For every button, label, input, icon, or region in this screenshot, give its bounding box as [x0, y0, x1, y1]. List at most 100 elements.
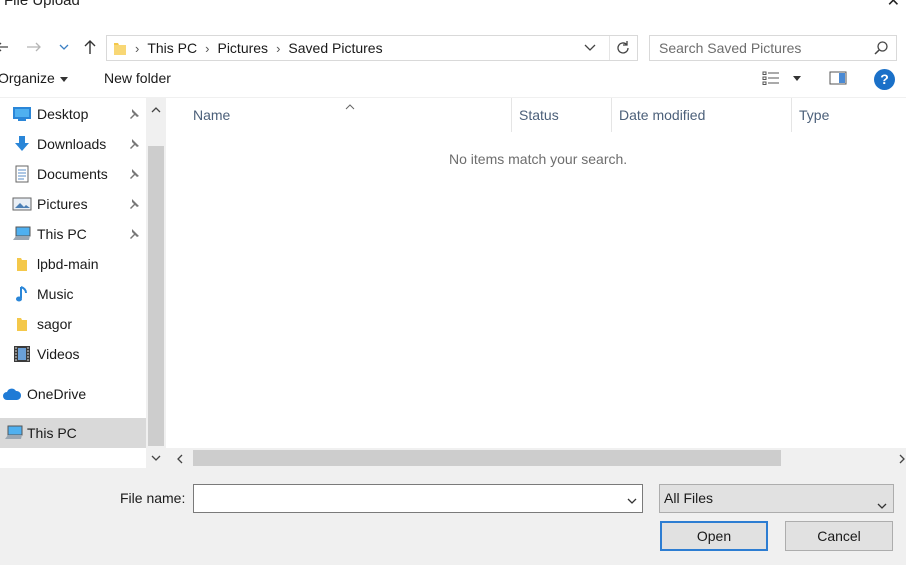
preview-pane-icon: [829, 71, 847, 85]
up-arrow-icon: [84, 40, 96, 54]
pin-icon[interactable]: [128, 137, 140, 153]
pin-icon[interactable]: [128, 197, 140, 213]
navigation-bar: › This PC › Pictures › Saved Pictures: [0, 12, 906, 62]
sidebar-item-downloads[interactable]: Downloads: [0, 129, 146, 159]
sidebar-item-label: This PC: [27, 425, 77, 441]
sidebar-item-label: This PC: [37, 226, 87, 242]
folder-icon: [113, 40, 127, 56]
refresh-button[interactable]: [609, 36, 635, 60]
sidebar-scrollbar[interactable]: [146, 98, 166, 468]
search-box[interactable]: [649, 35, 897, 61]
folder-icon: [12, 315, 32, 333]
film-icon: [12, 345, 32, 363]
sidebar-item-sagor[interactable]: sagor: [0, 309, 146, 339]
command-toolbar: Organize New folder ?: [0, 62, 906, 98]
scroll-left-icon[interactable]: [175, 452, 185, 468]
breadcrumb-separator-icon: ›: [276, 40, 281, 56]
organize-label: Organize: [0, 70, 55, 86]
sidebar-item-label: OneDrive: [27, 386, 87, 402]
sidebar-item-onedrive[interactable]: OneDrive: [0, 379, 146, 409]
sidebar-item-label: Videos: [37, 346, 80, 362]
music-note-icon: [12, 285, 32, 303]
column-header-status[interactable]: Status: [512, 98, 612, 132]
chevron-down-icon: [59, 44, 69, 50]
up-button[interactable]: [80, 37, 100, 57]
cancel-button[interactable]: Cancel: [785, 521, 893, 551]
title-bar: File Upload ✕: [0, 0, 906, 12]
navigation-pane: Desktop Downloads Documents Pictures Thi…: [0, 98, 146, 468]
organize-menu[interactable]: Organize: [0, 70, 68, 86]
file-name-label: File name:: [120, 490, 186, 506]
file-type-filter[interactable]: All Files: [659, 484, 894, 513]
scrollbar-thumb[interactable]: [193, 450, 781, 466]
scroll-down-icon[interactable]: [150, 450, 162, 466]
file-name-field[interactable]: [193, 484, 643, 513]
sidebar-item-label: Desktop: [37, 106, 89, 122]
sidebar-item-documents[interactable]: Documents: [0, 159, 146, 189]
breadcrumb-this-pc[interactable]: This PC: [147, 40, 197, 56]
sidebar-item-this-pc-quick[interactable]: This PC: [0, 219, 146, 249]
sidebar-item-label: Downloads: [37, 136, 107, 152]
sidebar-item-label: lpbd-main: [37, 256, 99, 272]
sidebar-item-pictures[interactable]: Pictures: [0, 189, 146, 219]
forward-button[interactable]: [24, 37, 44, 57]
file-list[interactable]: Name Status Date modified Type No items …: [166, 98, 906, 468]
documents-icon: [12, 165, 32, 183]
column-header-name[interactable]: Name: [166, 98, 512, 132]
view-options-caret-icon[interactable]: [793, 76, 801, 81]
search-icon[interactable]: [873, 40, 889, 59]
sidebar-item-label: Music: [37, 286, 74, 302]
pin-icon[interactable]: [128, 107, 140, 123]
refresh-icon: [616, 41, 629, 54]
cloud-icon: [2, 385, 22, 403]
file-type-filter-value: All Files: [664, 490, 714, 506]
search-input[interactable]: [650, 36, 860, 60]
chevron-down-icon[interactable]: [876, 493, 888, 520]
address-dropdown-button[interactable]: [583, 40, 599, 56]
sidebar-item-lpbd-main[interactable]: lpbd-main: [0, 249, 146, 279]
preview-pane-button[interactable]: [829, 70, 847, 89]
sidebar-item-network[interactable]: [0, 456, 146, 468]
scrollbar-thumb[interactable]: [148, 146, 164, 446]
scroll-right-icon[interactable]: [897, 452, 906, 468]
pin-icon[interactable]: [128, 167, 140, 183]
empty-results-message: No items match your search.: [449, 151, 628, 167]
desktop-icon: [12, 105, 32, 123]
sidebar-item-this-pc[interactable]: This PC: [0, 418, 146, 448]
forward-arrow-icon: [27, 42, 41, 52]
column-header-type[interactable]: Type: [792, 98, 906, 132]
back-button[interactable]: [0, 37, 12, 57]
breadcrumb-saved-pictures[interactable]: Saved Pictures: [288, 40, 382, 56]
change-view-button[interactable]: [762, 70, 780, 89]
sidebar-item-videos[interactable]: Videos: [0, 339, 146, 369]
chevron-down-icon[interactable]: [626, 493, 638, 509]
sidebar-item-label: Documents: [37, 166, 108, 182]
open-button[interactable]: Open: [660, 521, 768, 551]
close-icon[interactable]: ✕: [887, 0, 900, 11]
download-arrow-icon: [12, 135, 32, 153]
column-header-date-modified[interactable]: Date modified: [612, 98, 792, 132]
dialog-footer: File name: All Files Open Cancel: [0, 468, 906, 565]
help-button[interactable]: ?: [874, 69, 895, 90]
computer-icon: [4, 424, 24, 442]
recent-locations-button[interactable]: [54, 37, 74, 57]
pictures-icon: [12, 195, 32, 213]
caret-down-icon: [59, 76, 68, 82]
breadcrumb-pictures[interactable]: Pictures: [217, 40, 268, 56]
sidebar-item-label: sagor: [37, 316, 73, 332]
file-list-hscrollbar[interactable]: [166, 448, 906, 468]
sidebar-item-music[interactable]: Music: [0, 279, 146, 309]
pin-icon[interactable]: [128, 227, 140, 243]
details-view-icon: [762, 71, 779, 85]
sidebar-item-label: Pictures: [37, 196, 88, 212]
computer-icon: [12, 225, 32, 243]
new-folder-button[interactable]: New folder: [104, 70, 171, 86]
scroll-up-icon[interactable]: [150, 102, 162, 118]
back-arrow-icon: [0, 42, 8, 52]
chevron-down-icon: [584, 44, 596, 51]
folder-icon: [12, 255, 32, 273]
window-title: File Upload: [4, 0, 80, 9]
address-bar[interactable]: › This PC › Pictures › Saved Pictures: [106, 35, 638, 61]
sidebar-item-desktop[interactable]: Desktop: [0, 99, 146, 129]
breadcrumb-separator-icon: ›: [205, 40, 210, 56]
